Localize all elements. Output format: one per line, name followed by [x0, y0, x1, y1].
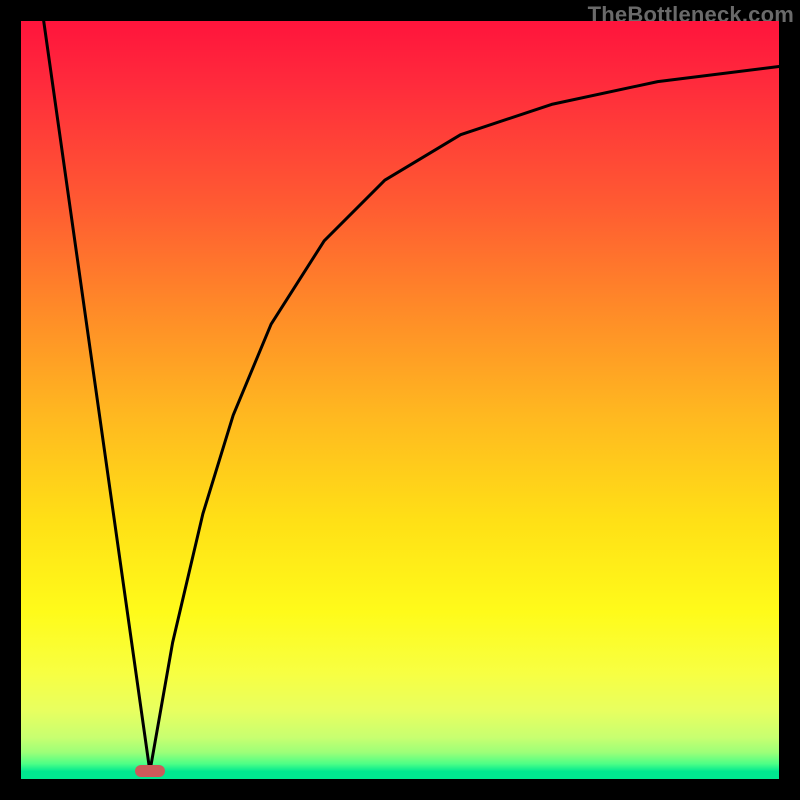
- trough-marker: [135, 765, 165, 777]
- chart-frame: TheBottleneck.com: [0, 0, 800, 800]
- bottleneck-curve: [21, 21, 779, 779]
- plot-area: [21, 21, 779, 779]
